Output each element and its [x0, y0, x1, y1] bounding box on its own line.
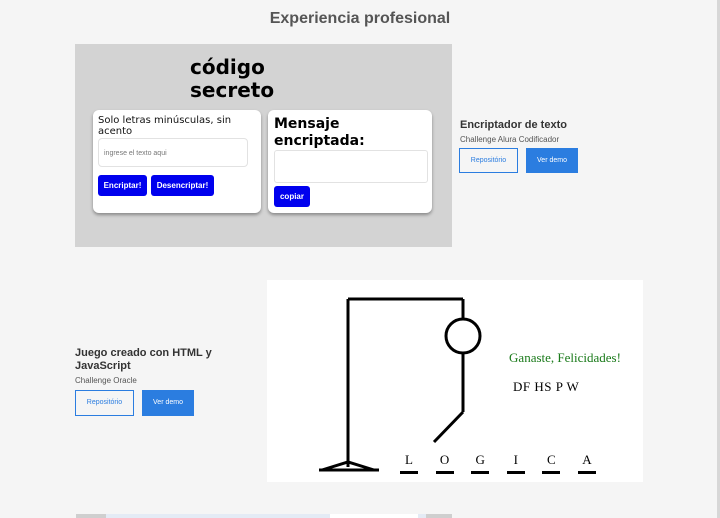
word-letters: L O G I C A	[400, 452, 596, 474]
screenshot-app-title: código secreto	[190, 55, 275, 102]
screenshot-input-card: Solo letras minúsculas, sin acento ingre…	[93, 110, 261, 213]
view-demo-button[interactable]: Ver demo	[526, 148, 578, 173]
word-letter: I	[506, 452, 525, 474]
word-letter: O	[435, 452, 454, 474]
project-screenshot-encriptador: código secreto Solo letras minúsculas, s…	[75, 44, 452, 247]
project-subtitle: Challenge Oracle	[75, 376, 137, 385]
screenshot-copy-button: copiar	[274, 186, 310, 207]
screenshot-output-box	[274, 150, 428, 183]
word-letter: A	[577, 452, 596, 474]
repository-button[interactable]: Repositório	[459, 148, 518, 173]
next-project-preview	[330, 514, 418, 518]
word-letter: C	[542, 452, 561, 474]
win-message: Ganaste, Felicidades!	[509, 350, 621, 365]
project-subtitle: Challenge Alura Codificador	[460, 135, 560, 144]
project-screenshot-hangman: Ganaste, Felicidades! DF HS P W L O G I …	[267, 280, 643, 482]
screenshot-text-input: ingrese el texto aqui	[98, 138, 248, 167]
view-demo-button[interactable]: Ver demo	[142, 390, 194, 416]
hangman-leg	[432, 410, 465, 444]
wrong-letters: DF HS P W	[513, 379, 580, 394]
word-letter: L	[400, 452, 418, 474]
word-letter: G	[471, 452, 490, 474]
hangman-head	[444, 317, 482, 355]
next-project-preview	[418, 514, 426, 518]
section-title: Experiencia profesional	[269, 10, 451, 27]
screenshot-decrypt-button: Desencriptar!	[151, 175, 214, 196]
screenshot-output-card: Mensaje encriptada: copiar	[268, 110, 432, 213]
project-name: Juego creado con HTML y JavaScript	[75, 347, 212, 372]
next-project-preview	[106, 514, 330, 518]
repository-button[interactable]: Repositório	[75, 390, 134, 416]
next-project-preview	[426, 514, 452, 518]
next-project-preview	[76, 514, 106, 518]
screenshot-encrypt-button: Encriptar!	[98, 175, 147, 196]
screenshot-instruction: Solo letras minúsculas, sin acento	[98, 115, 232, 137]
project-name: Encriptador de texto	[460, 119, 567, 131]
screenshot-output-title: Mensaje encriptada:	[274, 116, 365, 149]
